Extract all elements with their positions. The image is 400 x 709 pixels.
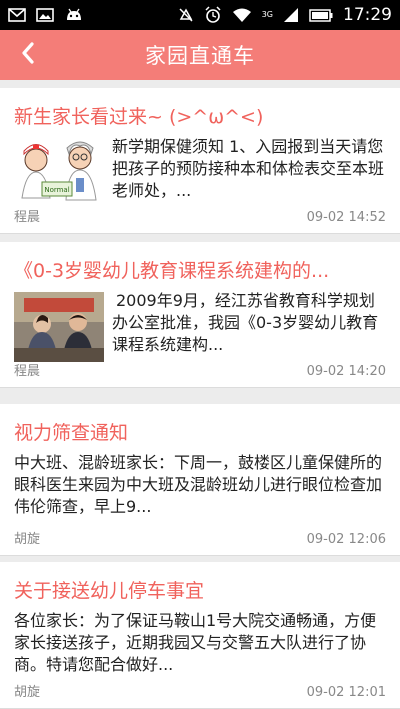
alarm-icon bbox=[204, 6, 222, 24]
meeting-photo-icon bbox=[14, 292, 104, 362]
article-summary: 新学期保健须知 1、入园报到当天请您把孩子的预防接种本和体检表交至本班老师处，.… bbox=[112, 137, 384, 200]
article-time: 09-02 14:20 bbox=[306, 364, 386, 379]
article-summary: 2009年9月，经江苏省教育科学规划办公室批准，我园《0-3岁婴幼儿教育课程系统… bbox=[112, 291, 379, 354]
article-title: 关于接送幼儿停车事宜 bbox=[14, 580, 205, 602]
article-time: 09-02 12:06 bbox=[306, 532, 386, 547]
article-card[interactable]: 《0-3岁婴幼儿教育课程系统建构的... 2009年9月，经江苏省教育科学规划办… bbox=[0, 242, 400, 388]
article-author: 胡旋 bbox=[14, 532, 41, 547]
image-icon bbox=[36, 8, 54, 22]
article-summary: 中大班、混龄班家长：下周一，鼓楼区儿童保健所的眼科医生来园为中大班及混龄班幼儿进… bbox=[14, 453, 383, 516]
article-author: 胡旋 bbox=[14, 685, 41, 700]
status-bar-notifications bbox=[8, 8, 84, 22]
article-thumbnail: Normal bbox=[14, 138, 104, 208]
page-title: 家园直通车 bbox=[145, 44, 255, 68]
article-title: 视力筛查通知 bbox=[14, 422, 129, 444]
battery-icon bbox=[309, 8, 333, 22]
title-bar: 家园直通车 bbox=[0, 30, 400, 80]
status-bar-system: 3G 17:29 bbox=[178, 5, 392, 25]
article-card[interactable]: 新生家长看过来~ (>^ω^<) Normal 新学期保健须知 1、入园报到当天… bbox=[0, 88, 400, 234]
status-time: 17:29 bbox=[343, 5, 392, 25]
article-card[interactable]: 关于接送幼儿停车事宜 各位家长：为了保证马鞍山1号大院交通畅通，方便家长接送孩子… bbox=[0, 562, 400, 709]
article-time: 09-02 12:01 bbox=[306, 685, 386, 700]
android-icon bbox=[64, 8, 84, 22]
signal-icon bbox=[283, 7, 299, 23]
article-title: 新生家长看过来~ (>^ω^<) bbox=[14, 106, 264, 128]
doctor-nurse-cartoon-icon: Normal bbox=[14, 138, 104, 208]
article-author: 程晨 bbox=[14, 210, 41, 225]
article-card[interactable]: 视力筛查通知 中大班、混龄班家长：下周一，鼓楼区儿童保健所的眼科医生来园为中大班… bbox=[0, 404, 400, 556]
article-summary: 各位家长：为了保证马鞍山1号大院交通畅通，方便家长接送孩子，近期我园又与交警五大… bbox=[14, 611, 377, 674]
article-time: 09-02 14:52 bbox=[306, 210, 386, 225]
svg-text:Normal: Normal bbox=[44, 186, 69, 194]
article-title: 《0-3岁婴幼儿教育课程系统建构的... bbox=[14, 260, 330, 282]
status-bar: 3G 17:29 bbox=[0, 0, 400, 30]
mute-icon bbox=[178, 7, 194, 23]
article-author: 程晨 bbox=[14, 364, 41, 379]
wifi-icon bbox=[232, 7, 252, 23]
article-thumbnail bbox=[14, 292, 104, 362]
chevron-left-icon bbox=[20, 41, 36, 69]
back-button[interactable] bbox=[8, 30, 48, 80]
network-type-label: 3G bbox=[261, 10, 273, 19]
mail-icon bbox=[8, 8, 26, 22]
